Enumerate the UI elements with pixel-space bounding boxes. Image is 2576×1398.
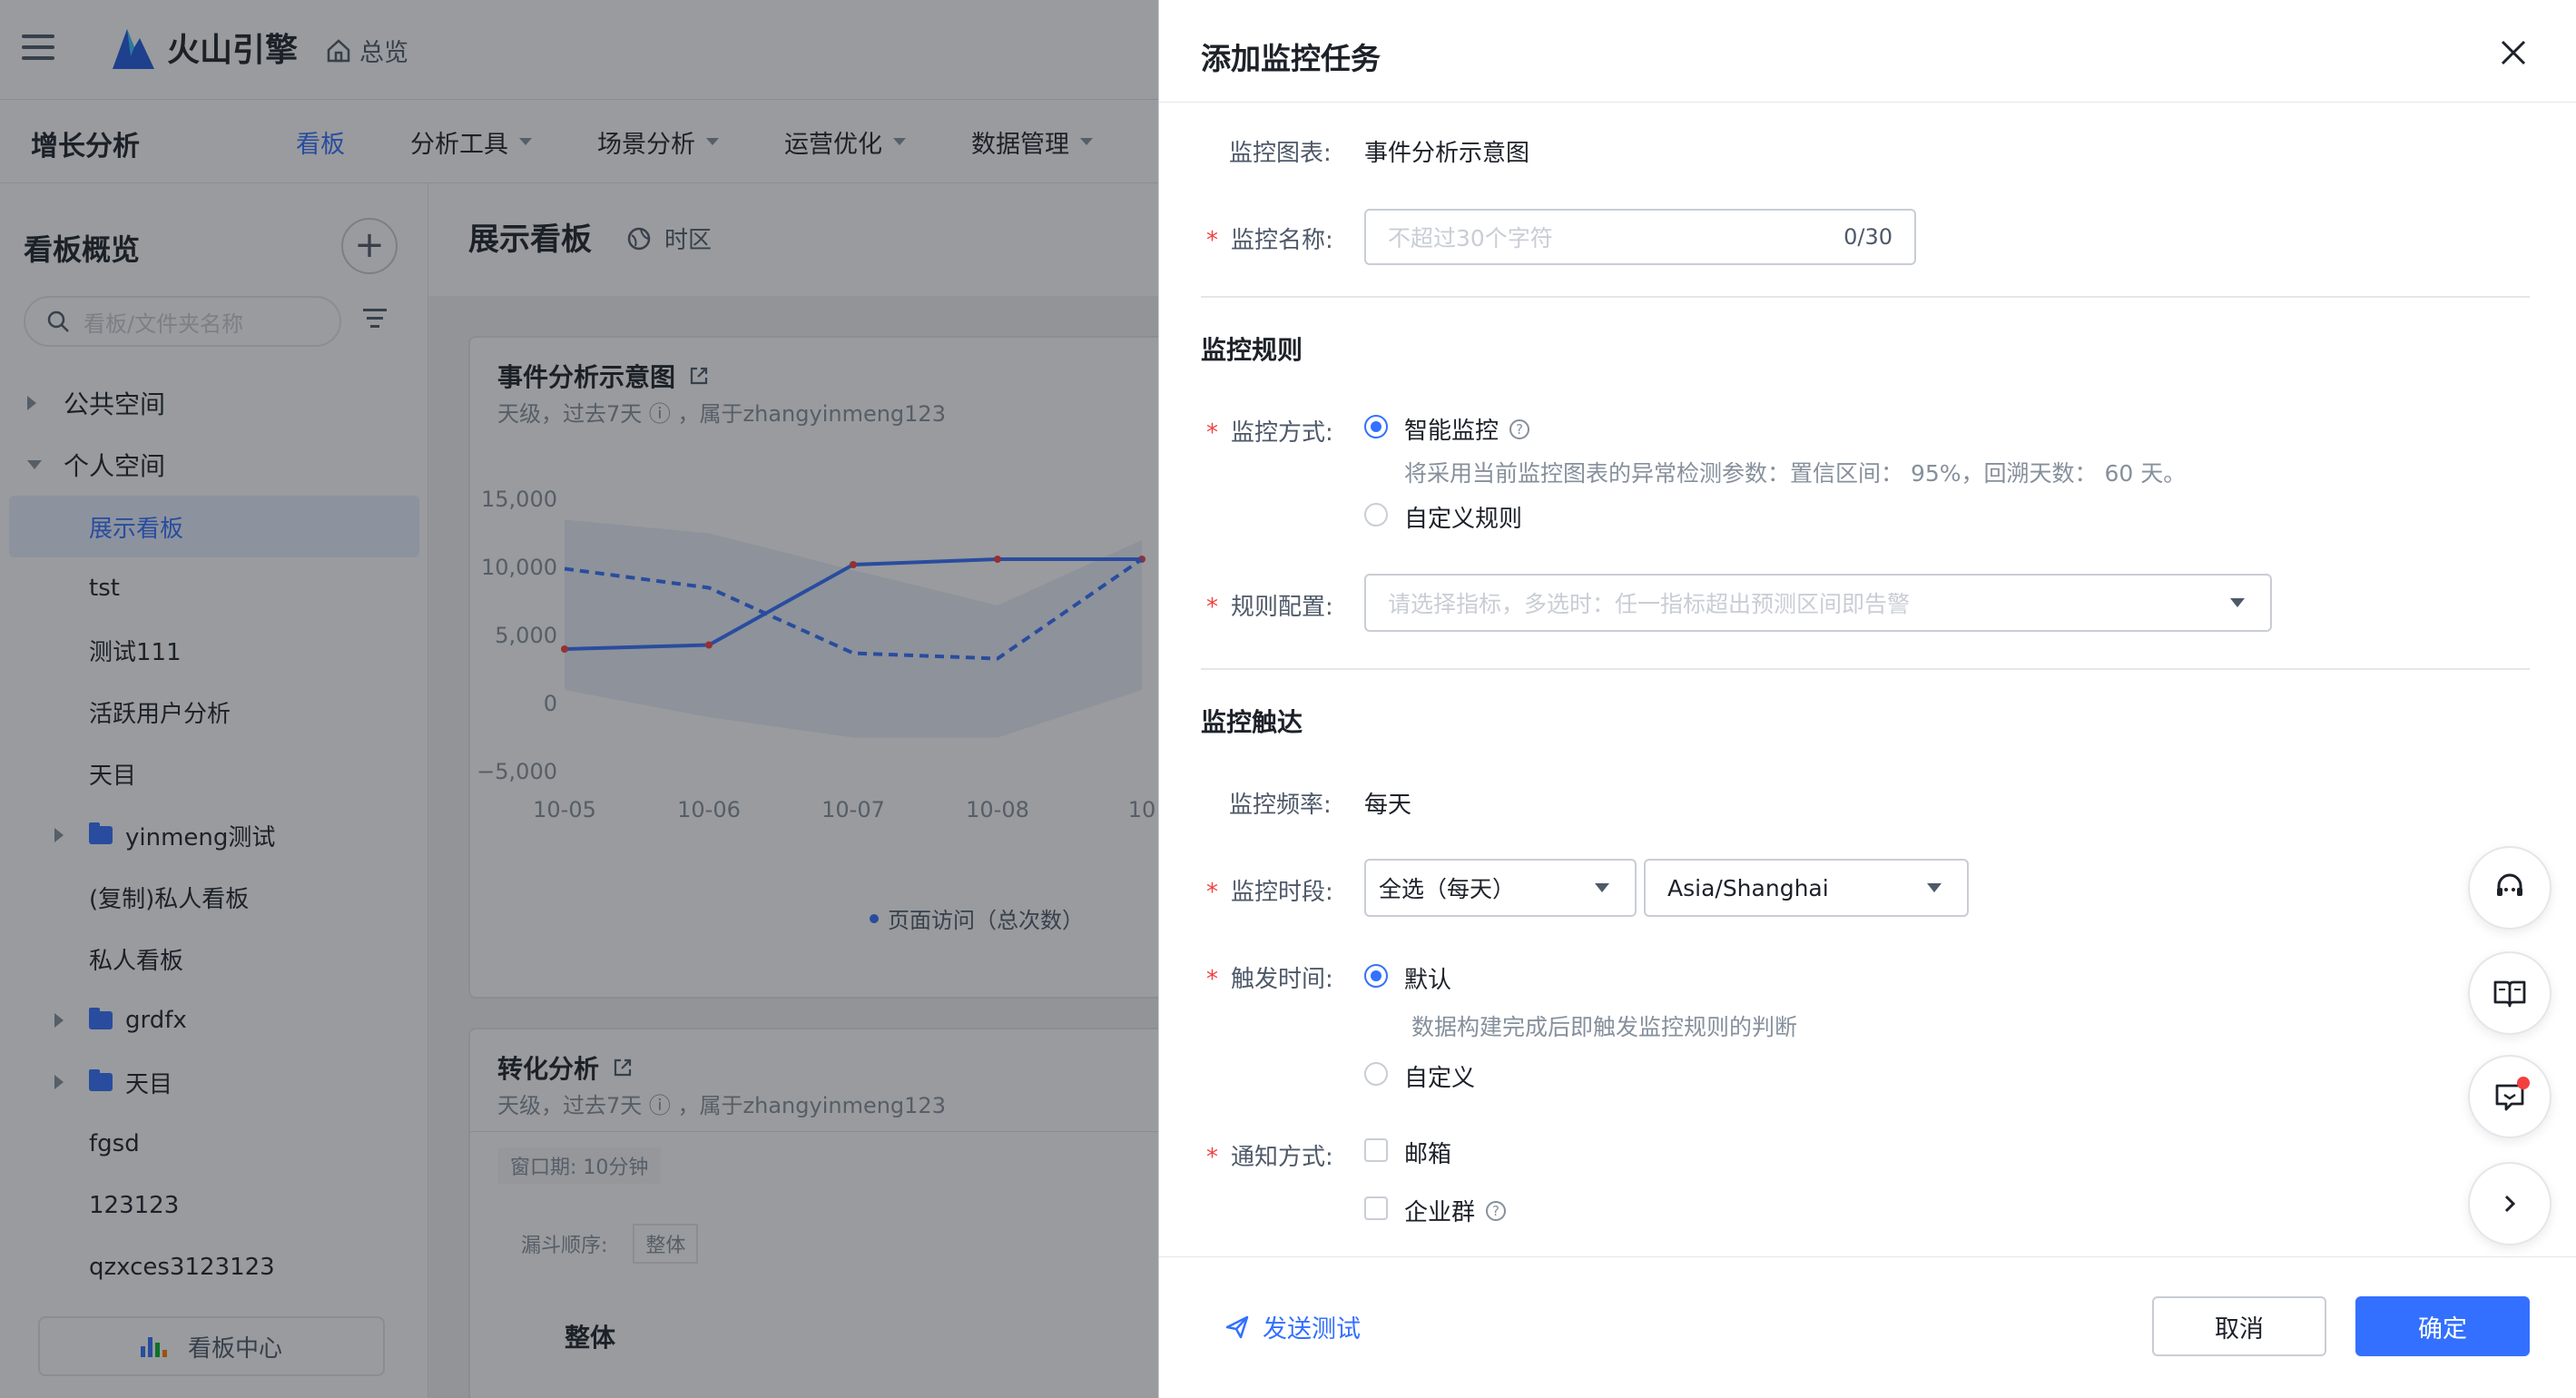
- name-input[interactable]: 不超过30个字符 0/30: [1364, 209, 1916, 265]
- required-mark: *: [1206, 1144, 1218, 1171]
- mode-smart-label: 智能监控: [1404, 418, 1499, 445]
- required-mark: *: [1206, 419, 1218, 447]
- freq-label: 监控频率:: [1229, 792, 1332, 819]
- headset-icon: [2497, 873, 2522, 896]
- trigger-label: * 触发时间:: [1206, 960, 1333, 994]
- reach-section-title: 监控触达: [1201, 707, 1303, 737]
- mode-smart-hint: 将采用当前监控图表的异常检测参数：置信区间： 95%，回溯天数： 60 天。: [1404, 460, 2187, 487]
- period-select[interactable]: 全选（每天）: [1364, 859, 1637, 917]
- trigger-default-radio[interactable]: [1364, 964, 1388, 988]
- send-test-button[interactable]: 发送测试: [1224, 1309, 1361, 1344]
- confirm-button[interactable]: 确定: [2355, 1296, 2530, 1356]
- rule-label: * 规则配置:: [1206, 588, 1333, 622]
- required-mark: *: [1206, 594, 1218, 621]
- chart-label: 监控图表:: [1229, 140, 1332, 167]
- period-value: 全选（每天）: [1379, 876, 1516, 902]
- book-icon: [2493, 980, 2526, 1008]
- trigger-default-option[interactable]: 默认: [1404, 961, 1451, 995]
- required-mark: *: [1206, 879, 1218, 906]
- chevron-right-icon: [2504, 1195, 2516, 1213]
- name-placeholder: 不超过30个字符: [1388, 225, 1553, 251]
- mode-label-text: 监控方式:: [1231, 419, 1333, 447]
- docs-button[interactable]: [2468, 951, 2551, 1035]
- notification-dot: [2517, 1077, 2530, 1089]
- modal-mask[interactable]: [0, 0, 1158, 1398]
- period-label-text: 监控时段:: [1231, 879, 1333, 906]
- trigger-custom-radio[interactable]: [1364, 1062, 1388, 1086]
- mode-smart-radio[interactable]: [1364, 415, 1388, 438]
- notify-label-text: 通知方式:: [1231, 1144, 1333, 1171]
- notify-label: * 通知方式:: [1206, 1138, 1333, 1172]
- collapse-float-button[interactable]: [2468, 1162, 2551, 1245]
- freq-value: 每天: [1364, 792, 1412, 819]
- rules-section-title: 监控规则: [1201, 335, 1303, 365]
- name-char-count: 0/30: [1844, 224, 1893, 250]
- send-icon: [1225, 1315, 1249, 1338]
- customer-service-button[interactable]: [2468, 846, 2551, 930]
- mode-custom-radio[interactable]: [1364, 503, 1388, 527]
- feedback-button[interactable]: [2468, 1055, 2551, 1138]
- trigger-custom-option[interactable]: 自定义: [1404, 1059, 1475, 1093]
- chevron-down-icon: [2230, 598, 2245, 607]
- help-icon[interactable]: ?: [1509, 418, 1530, 439]
- chart-value: 事件分析示意图: [1364, 140, 1530, 167]
- notify-group-option[interactable]: 企业群?: [1404, 1194, 1507, 1227]
- mode-custom-option[interactable]: 自定义规则: [1404, 500, 1522, 534]
- section-divider: [1201, 296, 2530, 298]
- mode-label: * 监控方式:: [1206, 414, 1333, 448]
- rule-placeholder: 请选择指标，多选时：任一指标超出预测区间即告警: [1388, 591, 1911, 617]
- chevron-down-icon: [1595, 883, 1609, 892]
- notify-email-option[interactable]: 邮箱: [1404, 1136, 1451, 1169]
- timezone-select[interactable]: Asia/Shanghai: [1644, 859, 1969, 917]
- rule-label-text: 规则配置:: [1231, 594, 1333, 621]
- help-icon[interactable]: ?: [1486, 1200, 1507, 1221]
- notify-email-checkbox[interactable]: [1364, 1138, 1388, 1162]
- trigger-label-text: 触发时间:: [1231, 966, 1333, 993]
- drawer-header-divider: [1159, 102, 2576, 103]
- notify-group-label: 企业群: [1404, 1199, 1476, 1226]
- rule-select[interactable]: 请选择指标，多选时：任一指标超出预测区间即告警: [1364, 574, 2272, 632]
- name-label-text: 监控名称:: [1231, 227, 1333, 254]
- send-test-label: 发送测试: [1263, 1315, 1361, 1344]
- notify-group-checkbox[interactable]: [1364, 1196, 1388, 1220]
- add-monitor-drawer: 添加监控任务 监控图表: 事件分析示意图 * 监控名称: 不超过30个字符 0/3…: [1158, 0, 2576, 1398]
- drawer-title: 添加监控任务: [1201, 41, 1381, 76]
- section-divider: [1201, 668, 2530, 670]
- required-mark: *: [1206, 227, 1218, 254]
- chevron-down-icon: [1927, 883, 1942, 892]
- timezone-value: Asia/Shanghai: [1667, 874, 1829, 901]
- period-label: * 监控时段:: [1206, 873, 1333, 907]
- name-label: * 监控名称:: [1206, 222, 1333, 255]
- drawer-footer-divider: [1159, 1256, 2576, 1257]
- cancel-button[interactable]: 取消: [2152, 1296, 2326, 1356]
- close-icon[interactable]: [2493, 33, 2533, 73]
- mode-smart-option[interactable]: 智能监控?: [1404, 412, 1530, 446]
- required-mark: *: [1206, 966, 1218, 993]
- app-root: 火山引擎 总览 增长分析 看板 分析工具 场景分析 运营优化 数据管理 看板概览 + 看…: [0, 0, 2576, 1398]
- trigger-default-hint: 数据构建完成后即触发监控规则的判断: [1411, 1014, 1798, 1040]
